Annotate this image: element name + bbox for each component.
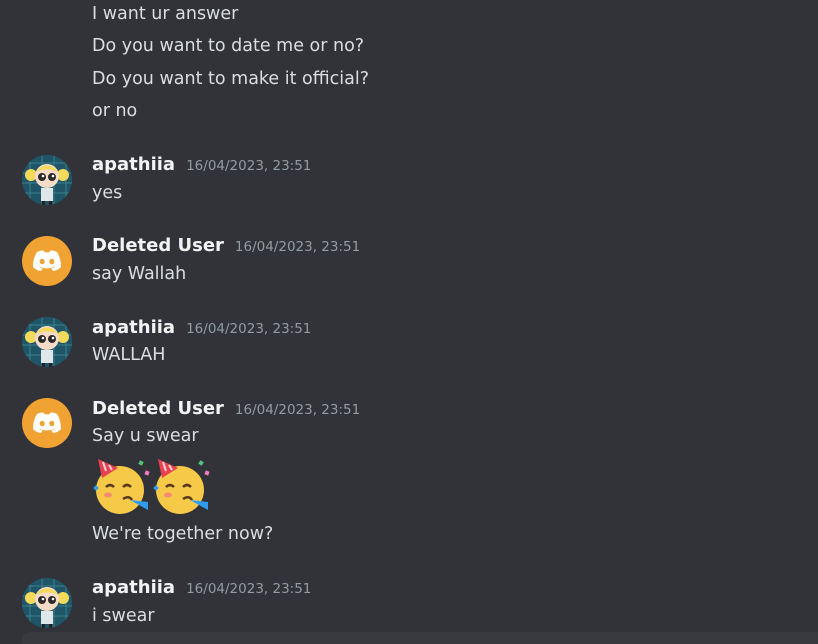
- timestamp: 16/04/2023, 23:51: [186, 158, 312, 174]
- timestamp: 16/04/2023, 23:51: [186, 581, 312, 597]
- avatar[interactable]: [22, 317, 72, 367]
- username[interactable]: apathiia: [92, 577, 175, 598]
- message-header: Deleted User 16/04/2023, 23:51: [92, 235, 360, 256]
- message-header: Deleted User 16/04/2023, 23:51: [92, 398, 360, 419]
- username[interactable]: Deleted User: [92, 235, 224, 256]
- username[interactable]: apathiia: [92, 317, 175, 338]
- partying-face-emoji-icon[interactable]: [92, 456, 152, 516]
- message-text: Do you want to make it official?: [92, 69, 370, 89]
- discord-logo-icon: [33, 250, 61, 271]
- timestamp: 16/04/2023, 23:51: [186, 321, 312, 337]
- avatar[interactable]: [22, 398, 72, 448]
- message-header: apathiia 16/04/2023, 23:51: [92, 154, 311, 175]
- timestamp: 16/04/2023, 23:51: [234, 239, 361, 255]
- message-header: apathiia 16/04/2023, 23:51: [92, 577, 311, 598]
- powerpuff-avatar-icon: [22, 578, 72, 628]
- powerpuff-avatar-icon: [22, 155, 72, 205]
- message-text: or no: [92, 101, 138, 121]
- powerpuff-avatar-icon: [22, 317, 72, 367]
- chat-log: I want ur answer Do you want to date me …: [0, 0, 818, 644]
- discord-logo-icon: [33, 412, 61, 433]
- message-text: Do you want to date me or no?: [92, 36, 365, 56]
- message-header: apathiia 16/04/2023, 23:51: [92, 317, 311, 338]
- avatar[interactable]: [22, 236, 72, 286]
- message-text: I want ur answer: [92, 4, 239, 24]
- username[interactable]: apathiia: [92, 154, 175, 175]
- message-text: WALLAH: [92, 345, 166, 365]
- message-text: yes: [92, 183, 123, 203]
- username[interactable]: Deleted User: [92, 398, 224, 419]
- timestamp: 16/04/2023, 23:51: [234, 402, 361, 418]
- avatar[interactable]: [22, 155, 72, 205]
- avatar[interactable]: [22, 578, 72, 628]
- message-text: Say u swear: [92, 426, 199, 446]
- partying-face-emoji-icon[interactable]: [152, 456, 212, 516]
- message-text: We're together now?: [92, 524, 274, 544]
- message-text: say Wallah: [92, 264, 187, 284]
- message-input-bar[interactable]: [22, 632, 818, 644]
- message-text: i swear: [92, 606, 155, 626]
